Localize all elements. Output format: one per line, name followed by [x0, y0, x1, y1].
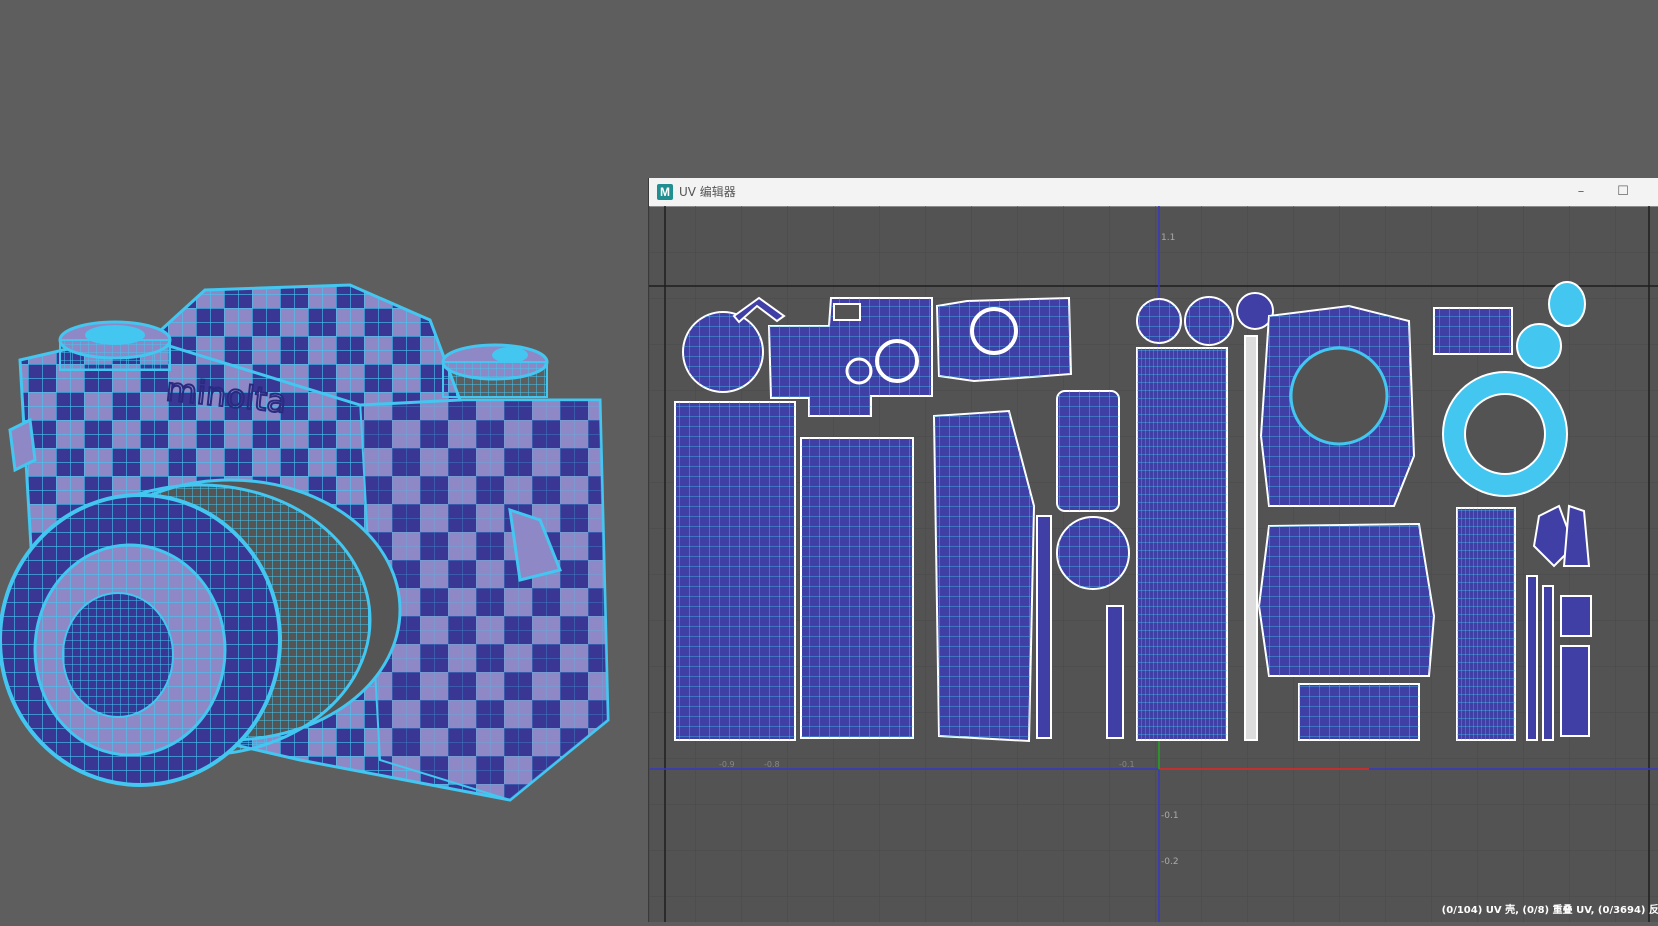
maximize-button[interactable]: ☐ [1609, 182, 1637, 202]
uv-editor-window[interactable]: M UV 编辑器 – ☐ 1.1 -0.1 -0.2 -0.9 -0.8 -0.… [648, 178, 1658, 922]
uv-shell-drop-2[interactable] [1562, 504, 1591, 567]
axis-label-u-neg8: -0.8 [764, 760, 780, 769]
uv-shell-thin-strip[interactable] [1036, 515, 1052, 739]
uv-shell-thin-right-1[interactable] [1526, 575, 1538, 741]
axis-label-v-top: 1.1 [1161, 233, 1175, 243]
maya-app-icon: M [657, 184, 673, 200]
strap-lug-left [8, 417, 37, 473]
window-title: UV 编辑器 [679, 185, 736, 199]
camera-right-dial [441, 343, 549, 398]
uv-stats-status: (0/104) UV 壳, (0/8) 重叠 UV, (0/3694) 反 [1441, 905, 1658, 916]
camera-model[interactable]: minolta [0, 0, 648, 922]
uv-shell-lever[interactable] [1106, 605, 1124, 739]
uv-shell-cap[interactable] [1548, 281, 1586, 327]
uv-shell-ruler[interactable] [1244, 335, 1258, 741]
axis-label-u-neg1: -0.1 [1119, 760, 1135, 769]
uv-shell-thin-right-2[interactable] [1542, 585, 1554, 741]
axis-label-v-neg1: -0.1 [1161, 811, 1179, 821]
uv-canvas[interactable]: 1.1 -0.1 -0.2 -0.9 -0.8 -0.1 [649, 206, 1658, 922]
uv-shell-small-ring[interactable] [1516, 323, 1562, 369]
minimize-button[interactable]: – [1567, 182, 1595, 202]
camera-left-dial [58, 320, 172, 371]
axis-label-v-neg2: -0.2 [1161, 857, 1179, 867]
axis-label-u-neg9: -0.9 [719, 760, 735, 769]
uv-shell-small-block-2[interactable] [1560, 645, 1590, 737]
uv-editor-titlebar[interactable]: M UV 编辑器 – ☐ [649, 178, 1658, 207]
uv-shell-small-block[interactable] [1560, 595, 1592, 637]
